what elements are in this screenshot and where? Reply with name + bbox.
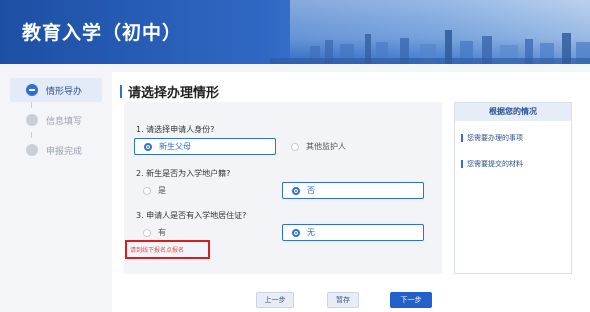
side-item-materials[interactable]: 您需要提交的材料 [461, 159, 523, 169]
step-guide[interactable]: 情形导办 [10, 78, 102, 102]
prev-button[interactable]: 上一步 [256, 292, 294, 308]
radio-icon [291, 142, 299, 151]
section-title: 请选择办理情形 [120, 82, 219, 101]
option-permit-no[interactable]: 无 [282, 224, 424, 241]
step-active-icon [26, 84, 38, 96]
option-parents[interactable]: 新生父母 [134, 138, 276, 155]
option-local-no[interactable]: 否 [282, 182, 424, 199]
question-3: 3. 申请人是否有入学地居住证? [136, 211, 247, 220]
step-label: 信息填写 [46, 116, 83, 127]
step-complete[interactable]: 申报完成 [10, 138, 102, 162]
radio-icon [143, 186, 151, 195]
step-label: 申报完成 [46, 146, 83, 157]
city-skyline-image [270, 30, 590, 64]
page-title: 教育入学（初中） [22, 22, 183, 44]
save-draft-button[interactable]: 暂存 [327, 292, 359, 308]
situation-panel: 根据您的情况 您需要办理的事项 您需要提交的材料 [454, 102, 572, 274]
radio-icon [143, 228, 151, 237]
step-fill-info[interactable]: 信息填写 [10, 108, 102, 132]
step-navigation: 情形导办 信息填写 申报完成 [10, 78, 102, 162]
option-guardian[interactable]: 其他监护人 [282, 138, 424, 155]
situation-panel-title: 根据您的情况 [455, 103, 571, 121]
page: 教育入学（初中） 情形导办 信息填写 申报完成 请选择办理情形 1. 请选择申请… [0, 0, 590, 312]
radio-checked-icon [292, 186, 300, 195]
offline-registration-notice: 请到线下报名点报名 [125, 240, 210, 259]
radio-checked-icon [144, 142, 152, 151]
step-label: 情形导办 [46, 86, 83, 97]
option-local-yes[interactable]: 是 [134, 182, 276, 199]
option-permit-yes[interactable]: 有 [134, 224, 276, 241]
side-item-matters[interactable]: 您需要办理的事项 [461, 133, 523, 143]
step-dot-icon [26, 144, 38, 156]
next-button[interactable]: 下一步 [390, 292, 432, 308]
question-2: 2. 新生是否为入学地户籍? [136, 169, 231, 178]
main-card: 请选择办理情形 1. 请选择申请人身份? 新生父母 其他监护人 2. 新生是否为… [112, 72, 590, 312]
radio-checked-icon [292, 228, 300, 237]
header-banner: 教育入学（初中） [0, 0, 590, 64]
question-1: 1. 请选择申请人身份? [136, 125, 215, 134]
step-dot-icon [26, 114, 38, 126]
